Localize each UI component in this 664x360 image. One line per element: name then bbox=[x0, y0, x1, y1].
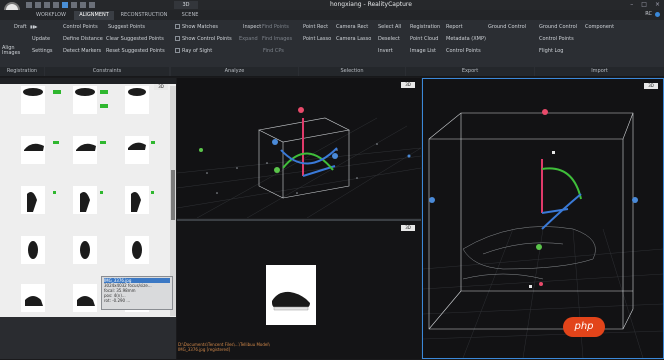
find-points-button[interactable]: Find Points bbox=[262, 24, 289, 30]
import-ground-control-button[interactable]: Ground Control bbox=[539, 24, 577, 30]
maximize-button[interactable]: □ bbox=[641, 1, 647, 8]
update-button[interactable]: Update bbox=[32, 36, 50, 42]
image-list-button[interactable]: Image List bbox=[410, 48, 436, 54]
quick-access-toolbar bbox=[26, 2, 95, 8]
settings-button[interactable]: Settings bbox=[32, 48, 53, 54]
viewport-top-center[interactable]: 3D bbox=[176, 78, 422, 219]
qa-button-1[interactable] bbox=[26, 2, 32, 8]
image-tooltip: IMG_3376.jpg 3024x4032 focus/size... foc… bbox=[101, 276, 173, 310]
ribbon-tabs: WORKFLOW ALIGNMENT RECONSTRUCTION SCENE … bbox=[0, 10, 664, 20]
image-path-text: D:\Documents\Tencent Files\...\Tellibuu … bbox=[178, 342, 270, 352]
find-cps-button[interactable]: Find CPs bbox=[263, 48, 284, 54]
clear-suggested-points-button[interactable]: Clear Suggested Points bbox=[106, 36, 164, 42]
qa-button-5[interactable] bbox=[62, 2, 68, 8]
qa-button-2[interactable] bbox=[35, 2, 41, 8]
reset-suggested-points-button[interactable]: Reset Suggested Points bbox=[106, 48, 165, 54]
group-import: Import bbox=[535, 67, 664, 76]
shoe-image bbox=[272, 291, 310, 311]
suggest-points-button[interactable]: Suggest Points bbox=[108, 24, 145, 30]
tooltip-line: rot: -0.290 ... bbox=[104, 298, 131, 303]
ray-of-sight-checkbox[interactable]: Ray of Sight bbox=[175, 48, 212, 54]
qa-button-8[interactable] bbox=[89, 2, 95, 8]
align-images-icon: ▮▮▶ bbox=[30, 24, 38, 29]
viewport-tag[interactable]: 3D bbox=[644, 83, 658, 89]
point-rect-button[interactable]: Point Rect bbox=[303, 24, 328, 30]
minimize-button[interactable]: – bbox=[630, 1, 633, 8]
tab-workflow[interactable]: WORKFLOW bbox=[33, 11, 69, 20]
control-points-button[interactable]: Control Points bbox=[63, 24, 98, 30]
scene-3d-main[interactable] bbox=[422, 79, 664, 359]
component-button[interactable]: Component bbox=[585, 24, 614, 30]
tab-reconstruction[interactable]: RECONSTRUCTION bbox=[118, 11, 170, 20]
viewport-right[interactable]: 3D bbox=[422, 78, 664, 359]
group-registration: Registration bbox=[0, 67, 44, 76]
viewport-tag[interactable]: 3D bbox=[401, 225, 415, 231]
show-matches-checkbox[interactable]: Show Matches bbox=[175, 24, 218, 30]
flight-log-button[interactable]: Flight Log bbox=[539, 48, 563, 54]
ribbon: Draft ▮▮▶ Update Align Images Settings C… bbox=[0, 20, 664, 77]
export-registration-button[interactable]: Registration bbox=[410, 24, 440, 30]
camera-rect-button[interactable]: Camera Rect bbox=[336, 24, 368, 30]
expand-button[interactable]: Expand bbox=[239, 36, 258, 42]
group-selection: Selection bbox=[299, 67, 405, 76]
qa-button-4[interactable] bbox=[53, 2, 59, 8]
deselect-button[interactable]: Deselect bbox=[378, 36, 400, 42]
draft-button[interactable]: Draft bbox=[14, 24, 27, 30]
export-point-cloud-button[interactable]: Point Cloud bbox=[410, 36, 438, 42]
import-control-points-button[interactable]: Control Points bbox=[539, 36, 574, 42]
inspect-button[interactable]: Inspect bbox=[243, 24, 261, 30]
metadata-xmp-button[interactable]: Metadata (XMP) bbox=[446, 36, 486, 42]
export-ground-control-button[interactable]: Ground Control bbox=[488, 24, 526, 30]
show-control-points-checkbox[interactable]: Show Control Points bbox=[175, 36, 232, 42]
scrollbar-thumb[interactable] bbox=[171, 170, 175, 220]
close-button[interactable]: × bbox=[655, 1, 660, 8]
3d-mode-button[interactable]: 3D bbox=[174, 1, 198, 9]
left-bottom-panel bbox=[0, 317, 176, 359]
tab-alignment[interactable]: ALIGNMENT bbox=[74, 11, 114, 20]
php-watermark-logo: php bbox=[563, 317, 605, 337]
detect-markers-button[interactable]: Detect Markers bbox=[63, 48, 101, 54]
define-distance-button[interactable]: Define Distance bbox=[63, 36, 103, 42]
title-bar: 3D hongxiang - RealityCapture – □ × bbox=[0, 0, 664, 18]
group-analyze: Analyze bbox=[171, 67, 298, 76]
align-images-button[interactable]: Align Images bbox=[2, 46, 24, 56]
scene-3d-view[interactable] bbox=[176, 78, 422, 219]
qa-button-7[interactable] bbox=[80, 2, 86, 8]
qa-button-3[interactable] bbox=[44, 2, 50, 8]
select-all-button[interactable]: Select All bbox=[378, 24, 401, 30]
tab-scene[interactable]: SCENE bbox=[176, 11, 204, 20]
help-icon[interactable] bbox=[655, 11, 660, 17]
qa-button-6[interactable] bbox=[71, 2, 77, 8]
invert-button[interactable]: Invert bbox=[378, 48, 393, 54]
group-export: Export bbox=[406, 67, 534, 76]
export-control-points-button[interactable]: Control Points bbox=[446, 48, 481, 54]
camera-lasso-button[interactable]: Camera Lasso bbox=[336, 36, 371, 42]
window-title: hongxiang - RealityCapture bbox=[330, 1, 412, 8]
find-images-button[interactable]: Find Images bbox=[262, 36, 292, 42]
group-constraints: Constraints bbox=[45, 67, 169, 76]
point-lasso-button[interactable]: Point Lasso bbox=[303, 36, 331, 42]
viewport-tag[interactable]: 3D bbox=[401, 82, 415, 88]
selected-image-preview[interactable] bbox=[266, 265, 316, 325]
report-button[interactable]: Report bbox=[446, 24, 463, 30]
rc-label: RC bbox=[645, 11, 652, 17]
